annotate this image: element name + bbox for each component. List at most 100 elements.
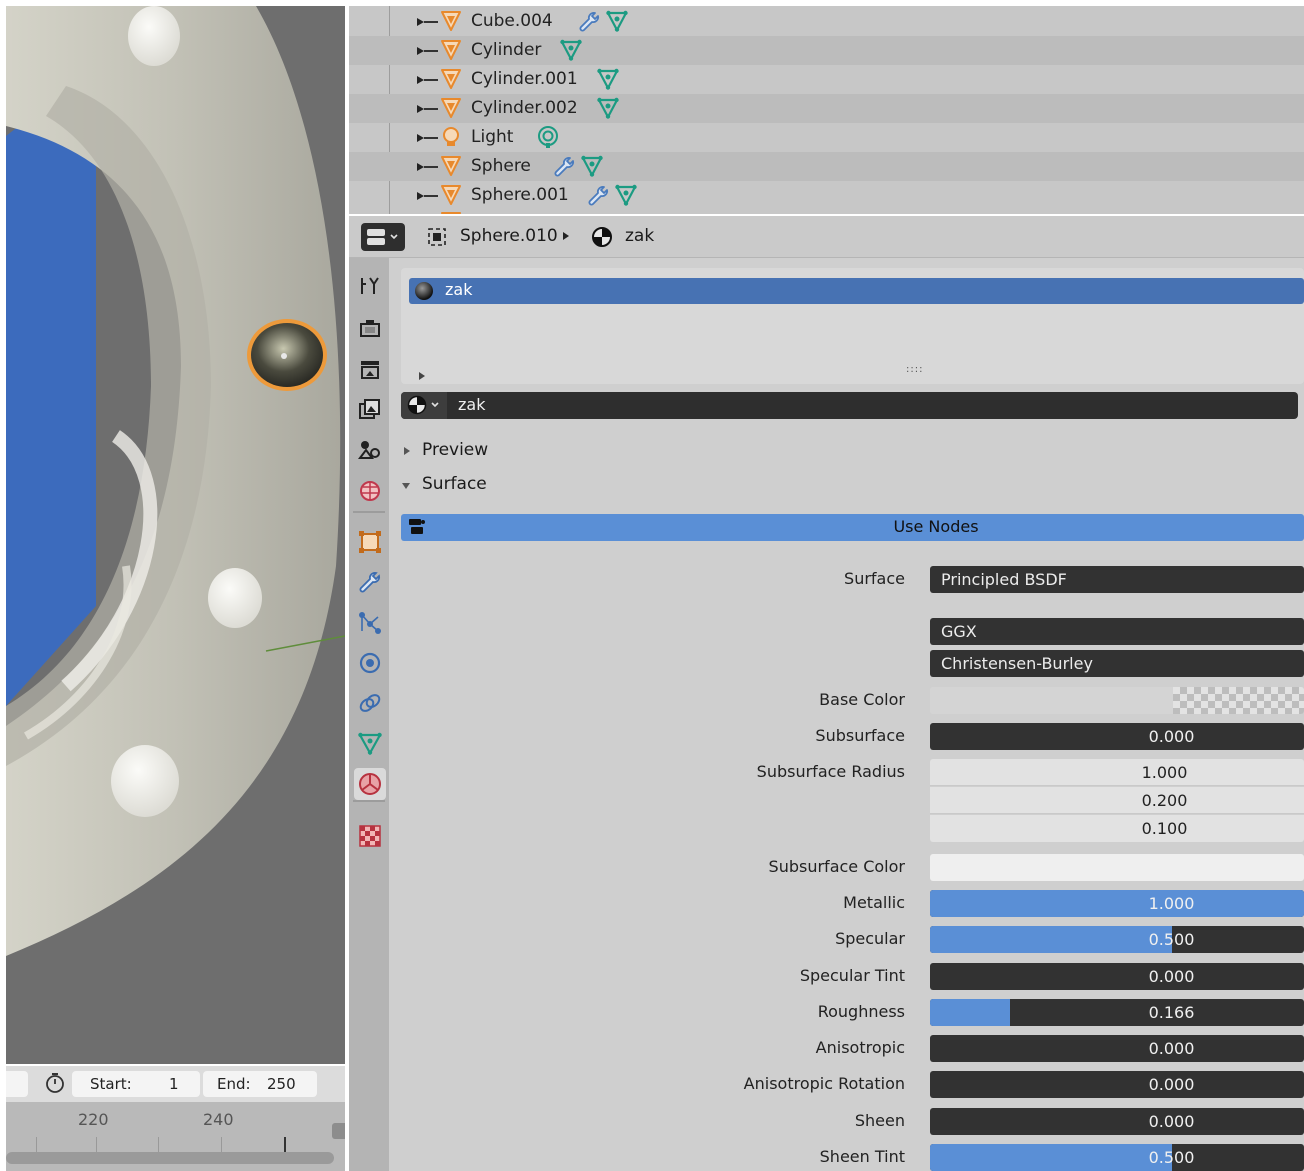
expand-icon[interactable] [417,76,424,84]
anisotropic-rotation-slider[interactable]: 0.000 [930,1071,1304,1098]
outliner-item-partial[interactable] [349,210,1304,214]
wrench-modifier-icon[interactable] [552,154,576,178]
outliner-item-sphere-001[interactable]: Sphere.001 [349,181,1304,210]
outliner[interactable]: Cube.004 Cylinder Cylinder.001 Cylinder.002… [349,6,1304,214]
material-icon [592,227,612,247]
timeline-scrollbar[interactable] [6,1152,334,1164]
expand-icon[interactable] [417,105,424,113]
material-slot-item[interactable]: zak [409,278,1304,304]
mesh-data-icon[interactable] [605,9,629,33]
tool-tab-icon[interactable] [354,272,386,304]
mesh-data-icon[interactable] [596,67,620,91]
modifier-tab-icon[interactable] [354,567,386,599]
mesh-data-tab-icon[interactable] [354,728,386,760]
specular-slider[interactable]: 0.500 [930,926,1304,953]
base-color-label: Base Color [819,690,905,709]
physics-tab-icon[interactable] [354,647,386,679]
sheen-tint-value: 0.500 [1148,1148,1195,1167]
playback-field[interactable] [6,1071,28,1097]
base-color-swatch[interactable] [930,687,1304,714]
end-frame-field[interactable]: End: 250 [203,1071,317,1097]
material-datablock-field[interactable]: zak [401,392,1298,419]
sheen-tint-slider[interactable]: 0.500 [930,1144,1304,1171]
timeline[interactable]: Start: 1 End: 250 220 240 [6,1066,345,1171]
outliner-item-name[interactable]: Sphere.001 [471,184,569,206]
expanded-arrow-icon [402,483,410,489]
preview-panel-header[interactable]: Preview [389,438,1304,466]
wrench-modifier-icon[interactable] [577,9,601,33]
browse-material-button[interactable] [401,392,447,419]
object-tab-icon[interactable] [354,526,386,558]
outliner-item-name[interactable]: Light [471,126,513,148]
texture-tab-icon[interactable] [354,820,386,852]
render-tab-icon[interactable] [354,313,386,345]
outliner-item-name[interactable]: Cube.004 [471,10,553,32]
anisotropic-slider[interactable]: 0.000 [930,1035,1304,1062]
sidebar-toggle-icon[interactable] [332,1123,345,1139]
outliner-item-sphere[interactable]: Sphere [349,152,1304,181]
expand-icon[interactable] [419,372,425,380]
resize-handle[interactable]: :::: [906,364,923,375]
subsurface-radius-z-value: 0.100 [1141,819,1188,838]
anisotropic-rotation-value: 0.000 [1148,1075,1195,1094]
light-data-icon[interactable] [536,125,560,149]
surface-shader-dropdown[interactable]: Principled BSDF [930,566,1304,593]
specular-tint-slider[interactable]: 0.000 [930,963,1304,990]
surface-label: Surface [844,569,905,588]
breadcrumb-material[interactable]: zak [625,226,654,246]
outliner-item-name[interactable]: Cylinder.002 [471,97,578,119]
sheen-value: 0.000 [1148,1112,1195,1131]
surface-panel-header[interactable]: Surface [389,472,1304,500]
roughness-label: Roughness [817,1002,905,1021]
expand-icon[interactable] [417,134,424,142]
mesh-data-icon[interactable] [559,38,583,62]
outliner-item-name[interactable]: Sphere [471,155,531,177]
scene-tab-icon[interactable] [354,434,386,466]
metallic-slider[interactable]: 1.000 [930,890,1304,917]
outliner-item-cylinder-001[interactable]: Cylinder.001 [349,65,1304,94]
stopwatch-icon[interactable] [44,1072,66,1094]
subsurface-method-dropdown[interactable]: Christensen-Burley [930,650,1304,677]
constraints-tab-icon[interactable] [354,687,386,719]
material-tab-icon[interactable] [354,768,386,800]
subsurface-radius-x[interactable]: 1.000 [930,759,1304,786]
breadcrumb-object[interactable]: Sphere.010 [460,226,558,246]
world-tab-icon[interactable] [354,475,386,507]
subsurface-radius-y[interactable]: 0.200 [930,787,1304,814]
subsurface-radius-z[interactable]: 0.100 [930,815,1304,842]
subsurface-slider[interactable]: 0.000 [930,723,1304,750]
outliner-item-name[interactable]: Cylinder.001 [471,68,578,90]
expand-icon[interactable] [417,47,424,55]
expand-icon[interactable] [417,18,424,26]
mesh-data-icon[interactable] [596,96,620,120]
output-tab-icon[interactable] [354,354,386,386]
anisotropic-label: Anisotropic [815,1038,905,1057]
light-object-icon [439,125,463,149]
mesh-data-icon[interactable] [614,183,638,207]
outliner-item-light[interactable]: Light [349,123,1304,152]
editor-type-button[interactable] [361,223,405,251]
mesh-data-icon[interactable] [580,154,604,178]
material-slot-list[interactable]: zak :::: [401,268,1304,384]
material-preview-icon [415,282,433,300]
timeline-header: Start: 1 End: 250 [6,1066,345,1102]
distribution-dropdown[interactable]: GGX [930,618,1304,645]
use-nodes-button[interactable]: Use Nodes [401,514,1304,541]
3d-viewport[interactable] [6,6,345,1064]
subsurface-color-swatch[interactable] [930,854,1304,881]
particles-tab-icon[interactable] [354,607,386,639]
sheen-slider[interactable]: 0.000 [930,1108,1304,1135]
properties-editor[interactable]: Sphere.010 zak zak :::: zak Preview Surf… [349,216,1304,1171]
start-frame-field[interactable]: Start: 1 [72,1071,200,1097]
expand-icon[interactable] [417,192,424,200]
properties-editor-icon [367,229,398,245]
wrench-modifier-icon[interactable] [586,183,610,207]
outliner-item-name[interactable]: Cylinder [471,39,541,61]
roughness-slider[interactable]: 0.166 [930,999,1304,1026]
expand-icon[interactable] [417,163,424,171]
outliner-item-cylinder[interactable]: Cylinder [349,36,1304,65]
outliner-item-cylinder-002[interactable]: Cylinder.002 [349,94,1304,123]
outliner-item-cube-004[interactable]: Cube.004 [349,7,1304,36]
timeline-ruler[interactable]: 220 240 [6,1102,345,1171]
view-layer-tab-icon[interactable] [354,394,386,426]
